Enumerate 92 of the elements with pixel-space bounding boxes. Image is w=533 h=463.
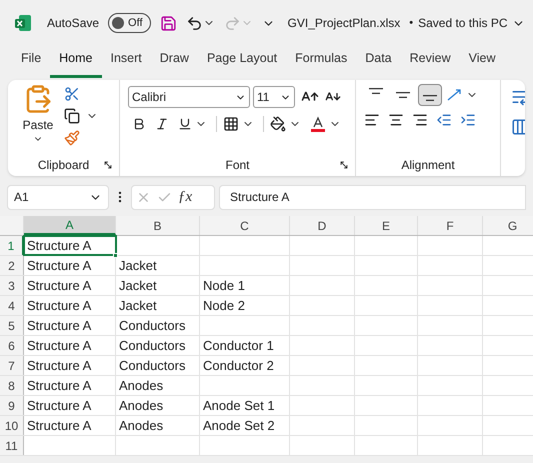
ribbon-tab[interactable]: Page Layout — [198, 48, 286, 78]
column-header[interactable]: C — [200, 216, 290, 235]
table-cell: Conductor 2 — [200, 356, 290, 375]
table-cell: Jacket — [116, 296, 200, 315]
group-label: Alignment — [401, 157, 455, 174]
file-title[interactable]: GVI_ProjectPlan.xlsx — [288, 14, 400, 32]
undo-icon[interactable] — [186, 14, 203, 32]
formula-field[interactable]: Structure A — [219, 184, 526, 210]
fill-handle[interactable] — [113, 253, 118, 258]
align-right-icon[interactable] — [412, 112, 428, 128]
dialog-launcher-icon[interactable] — [339, 160, 349, 170]
ribbon-tab[interactable]: Data — [356, 48, 401, 78]
autosave-toggle[interactable]: Off — [108, 13, 151, 33]
table-cell: Structure A — [24, 376, 116, 395]
text-orientation-icon[interactable] — [445, 87, 463, 103]
insert-function-button[interactable]: ƒx — [178, 186, 192, 208]
align-lines-icon — [423, 95, 437, 101]
underline-icon[interactable] — [178, 117, 192, 131]
column-header[interactable]: D — [290, 216, 355, 235]
table-cell: Structure A — [24, 396, 116, 415]
name-box[interactable]: A1 — [7, 184, 109, 210]
ribbon-tab[interactable]: Insert — [102, 48, 151, 78]
ribbon-tab[interactable]: File — [12, 48, 50, 78]
table-cell: Anode Set 2 — [200, 416, 290, 435]
ribbon-tab[interactable]: Formulas — [286, 48, 356, 78]
decrease-indent-icon[interactable] — [436, 112, 452, 128]
align-lines-icon — [369, 88, 383, 94]
align-center-icon[interactable] — [388, 112, 404, 128]
table-cell: Node 2 — [200, 296, 290, 315]
font-name-dropdown[interactable]: Calibri — [128, 86, 250, 108]
table-cell: Structure A — [24, 296, 116, 315]
row-header[interactable]: 4 — [0, 296, 24, 315]
table-cell: Node 1 — [200, 276, 290, 295]
row-header[interactable]: 3 — [0, 276, 24, 295]
row-header[interactable]: 5 — [0, 316, 24, 335]
table-cell: Anode Set 1 — [200, 396, 290, 415]
table-cell: Structure A — [24, 236, 116, 255]
vertical-align-button[interactable] — [418, 84, 442, 106]
align-lines-icon — [396, 92, 410, 98]
column-header[interactable]: A — [24, 216, 116, 235]
font-color-icon[interactable] — [310, 116, 326, 132]
group-label: Font — [225, 157, 250, 174]
group-label: Clipboard — [38, 157, 90, 174]
font-size-dropdown[interactable]: 11 — [253, 86, 295, 108]
paste-button[interactable]: Paste — [18, 84, 58, 154]
separator-dot: • — [409, 16, 414, 31]
ribbon-tab[interactable]: View — [460, 48, 505, 78]
table-cell: Jacket — [116, 256, 200, 275]
copy-icon[interactable] — [64, 108, 80, 124]
table-cell: Structure A — [24, 276, 116, 295]
row-header[interactable]: 8 — [0, 376, 24, 395]
table-cell: Conductors — [116, 356, 200, 375]
row-header[interactable]: 6 — [0, 336, 24, 355]
table-cell: Anodes — [116, 396, 200, 415]
table-cell: Structure A — [24, 416, 116, 435]
row-header[interactable]: 2 — [0, 256, 24, 275]
table-cell: Structure A — [24, 336, 116, 355]
wrap-text-icon[interactable] — [511, 88, 525, 106]
table-cell: Jacket — [116, 276, 200, 295]
cut-icon[interactable] — [64, 86, 80, 102]
ribbon-tab[interactable]: Review — [400, 48, 460, 78]
row-header[interactable]: 1 — [0, 236, 24, 255]
table-cell: Structure A — [24, 316, 116, 335]
dialog-launcher-icon[interactable] — [103, 160, 113, 170]
spreadsheet-app-icon[interactable] — [14, 14, 32, 32]
autosave-label: AutoSave — [47, 15, 100, 32]
table-cell: Conductor 1 — [200, 336, 290, 355]
row-header[interactable]: 10 — [0, 416, 24, 435]
table-cell: Structure A — [24, 256, 116, 275]
table-cell: Structure A — [24, 356, 116, 375]
table-cell: Anodes — [116, 416, 200, 435]
fill-color-icon[interactable] — [270, 116, 286, 132]
increase-indent-icon[interactable] — [460, 112, 476, 128]
italic-icon[interactable] — [155, 117, 169, 131]
format-painter-icon[interactable] — [64, 130, 80, 146]
column-header[interactable]: F — [418, 216, 483, 235]
column-header[interactable]: E — [355, 216, 418, 235]
row-header[interactable]: 7 — [0, 356, 24, 375]
bold-icon[interactable] — [132, 117, 146, 131]
save-status[interactable]: Saved to this PC — [418, 14, 508, 32]
table-cell: Conductors — [116, 316, 200, 335]
row-header[interactable]: 9 — [0, 396, 24, 415]
column-header[interactable]: B — [116, 216, 200, 235]
save-icon[interactable] — [160, 14, 177, 32]
table-cell: Anodes — [116, 376, 200, 395]
borders-icon[interactable] — [223, 116, 239, 132]
row-header[interactable]: 11 — [0, 436, 24, 455]
align-left-icon[interactable] — [364, 112, 380, 128]
table-cell: Conductors — [116, 336, 200, 355]
column-header[interactable]: G — [483, 216, 533, 235]
merge-center-icon[interactable] — [511, 118, 525, 136]
ribbon-tab[interactable]: Draw — [150, 48, 198, 78]
